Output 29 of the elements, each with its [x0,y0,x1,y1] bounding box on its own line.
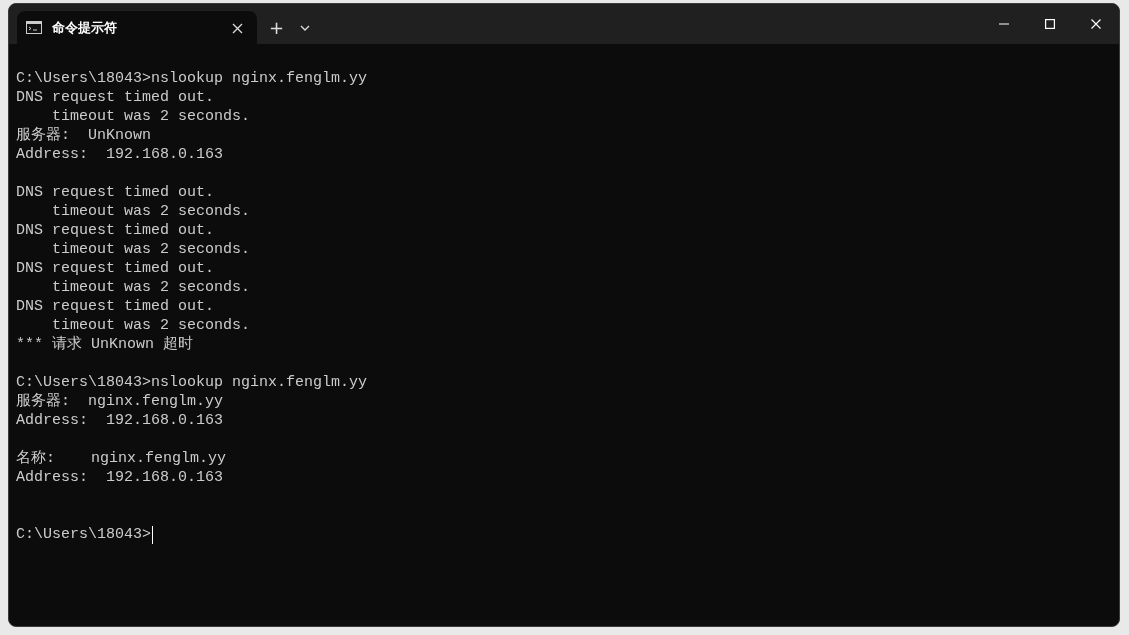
terminal-line: Address: 192.168.0.163 [16,145,224,164]
terminal-line: DNS request timed out. [16,297,215,316]
close-icon [232,22,243,34]
maximize-icon [1045,19,1055,29]
tab-title: 命令提示符 [52,18,117,37]
terminal-line: timeout was 2 seconds. [51,278,251,297]
terminal-line: timeout was 2 seconds. [51,202,251,221]
terminal-line: Address: 192.168.0.163 [16,468,224,487]
terminal-icon [26,21,42,34]
terminal-line: DNS request timed out. [16,183,215,202]
terminal-line: C:\Users\18043>nslookup nginx.fenglm.yy [16,373,368,392]
terminal-line: timeout was 2 seconds. [51,107,251,126]
terminal-line: 服务器: nginx.fenglm.yy [16,392,224,411]
close-icon [1091,19,1101,29]
new-tab-button[interactable]: + [261,11,293,44]
terminal-line: DNS request timed out. [16,259,215,278]
terminal-line: 服务器: UnKnown [16,126,151,145]
terminal-line: Address: 192.168.0.163 [16,411,224,430]
terminal-line: timeout was 2 seconds. [51,316,251,335]
terminal-line: 名称: nginx.fenglm.yy [16,449,227,468]
terminal-line: C:\Users\18043>nslookup nginx.fenglm.yy [16,69,368,88]
terminal-line: DNS request timed out. [16,88,215,107]
terminal-line: *** 请求 UnKnown 超时 [16,335,194,354]
terminal-line: DNS request timed out. [16,221,215,240]
command-prompt: C:\Users\18043> [16,525,152,544]
text-cursor [152,525,154,544]
chevron-down-icon [300,24,311,31]
terminal-tab[interactable]: 命令提示符 [17,11,257,44]
terminal-line: timeout was 2 seconds. [51,240,251,259]
